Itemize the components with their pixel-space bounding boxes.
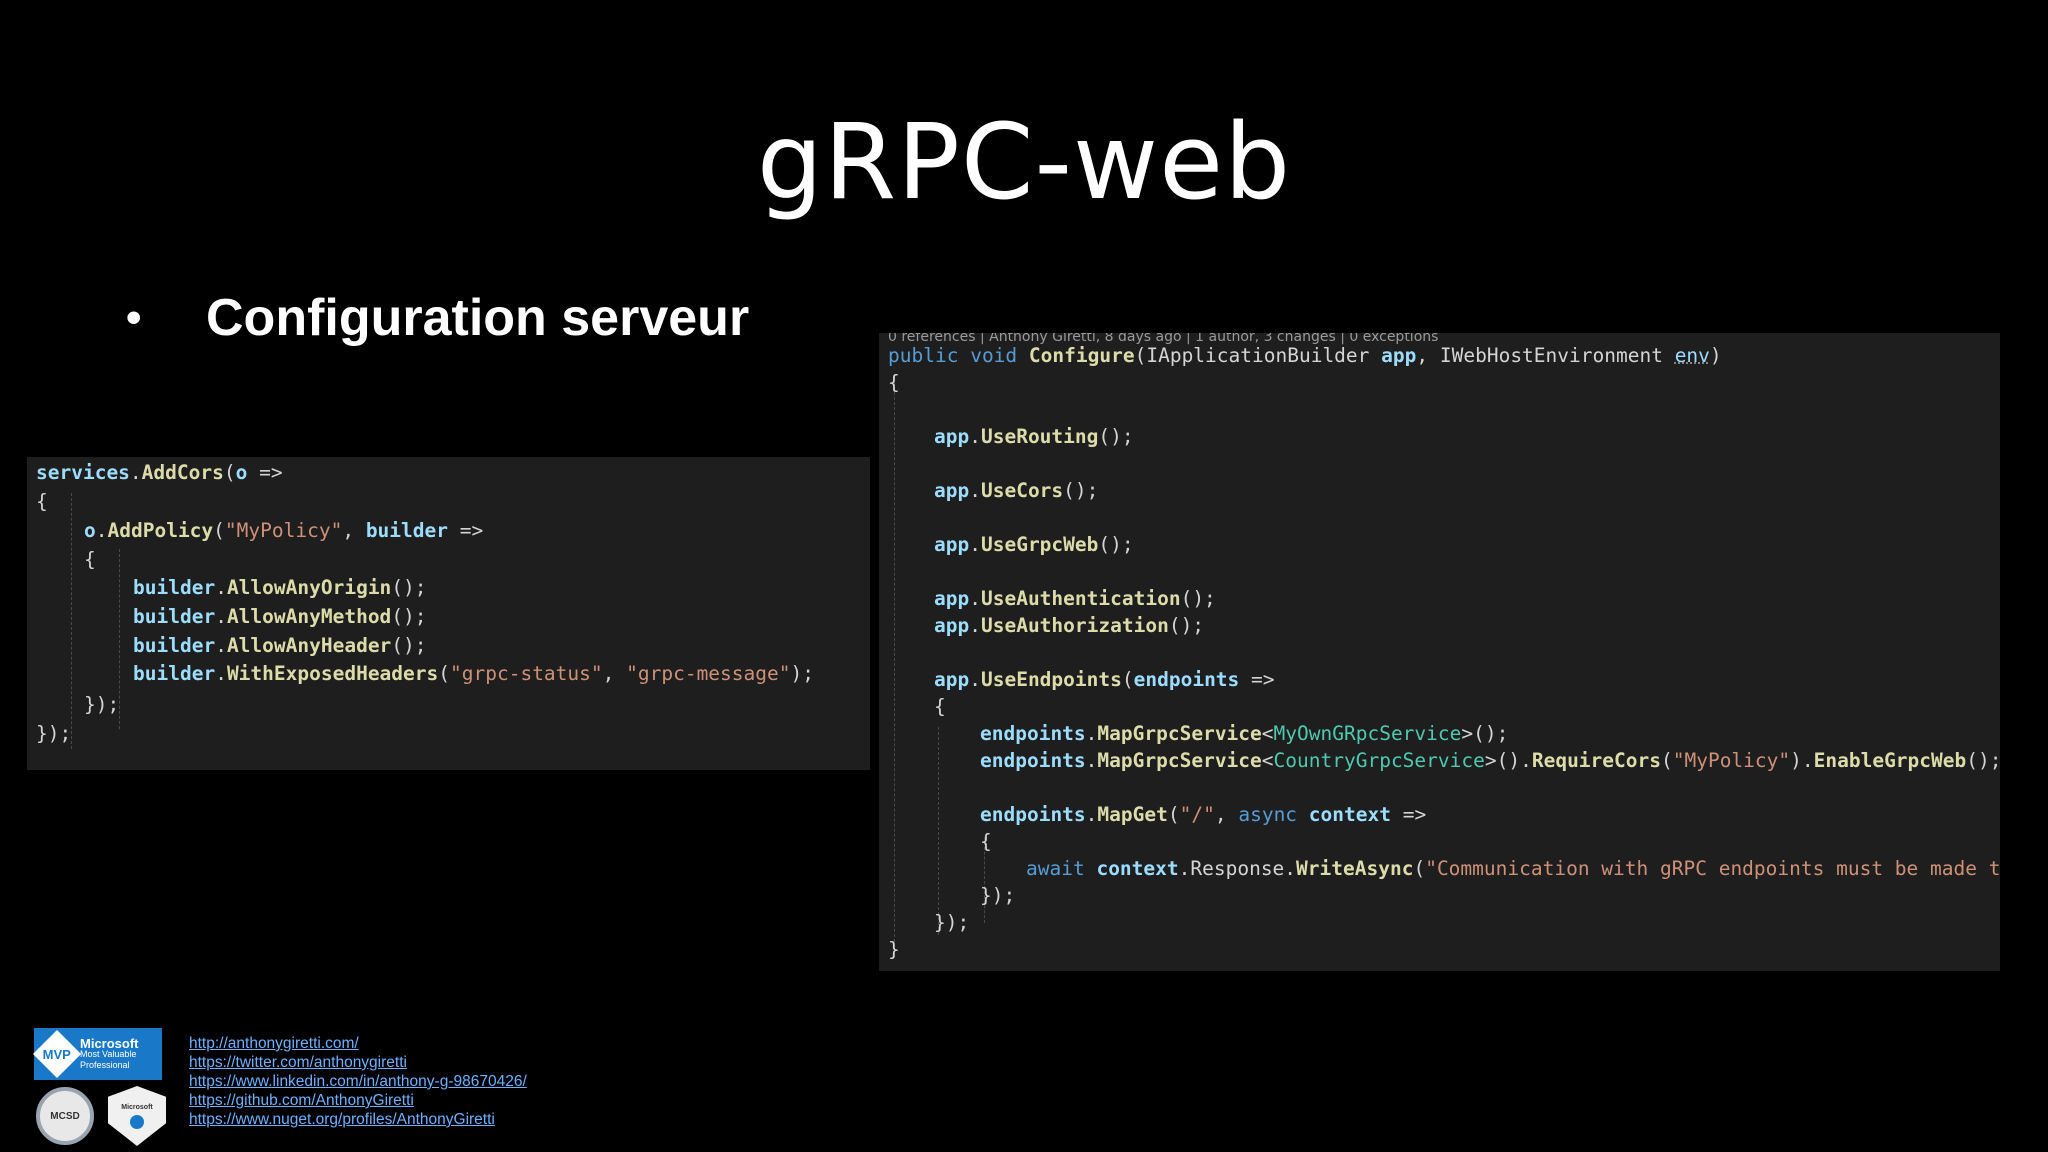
code-line: app.UseRouting(); bbox=[934, 425, 1134, 448]
link-blog[interactable]: http://anthonygiretti.com/ bbox=[189, 1034, 527, 1053]
code-line: services.AddCors(o => bbox=[36, 461, 283, 484]
code-line: }); bbox=[36, 722, 72, 745]
author-links: http://anthonygiretti.com/ https://twitt… bbox=[189, 1034, 527, 1129]
code-line: { bbox=[84, 548, 96, 571]
code-line: } bbox=[888, 938, 900, 961]
code-line: }); bbox=[980, 884, 1016, 907]
code-line: app.UseCors(); bbox=[934, 479, 1099, 502]
code-line: endpoints.MapGrpcService<CountryGrpcServ… bbox=[980, 749, 2000, 772]
code-line: builder.WithExposedHeaders("grpc-status"… bbox=[133, 662, 814, 685]
mvp-badge: MVP Microsoft Most Valuable Professional bbox=[32, 1028, 162, 1080]
bullet-item: • Configuration serveur bbox=[126, 288, 749, 348]
code-line: o.AddPolicy("MyPolicy", builder => bbox=[84, 519, 484, 542]
code-line: await context.Response.WriteAsync("Commu… bbox=[1026, 857, 2000, 880]
microsoft-shield-badge: Microsoft bbox=[108, 1086, 166, 1146]
code-line: app.UseEndpoints(endpoints => bbox=[934, 668, 1275, 691]
mvp-line2: Professional bbox=[80, 1059, 130, 1070]
mvp-line1: Most Valuable bbox=[80, 1048, 137, 1059]
bullet-text: Configuration serveur bbox=[206, 289, 750, 347]
link-nuget[interactable]: https://www.nuget.org/profiles/AnthonyGi… bbox=[189, 1110, 527, 1129]
cors-config-code-block: services.AddCors(o => { o.AddPolicy("MyP… bbox=[27, 457, 870, 770]
code-line: { bbox=[980, 830, 992, 853]
bullet-dot: • bbox=[126, 293, 142, 342]
code-line: endpoints.MapGet("/", async context => bbox=[980, 803, 1427, 826]
code-line: public void Configure(IApplicationBuilde… bbox=[888, 344, 1722, 367]
mvp-brand: Microsoft bbox=[80, 1035, 139, 1051]
code-line: { bbox=[36, 490, 48, 513]
link-github[interactable]: https://github.com/AnthonyGiretti bbox=[189, 1091, 527, 1110]
mvp-diamond-icon: MVP bbox=[32, 1029, 82, 1079]
configure-method-code-block: 0 references | Anthony Giretti, 8 days a… bbox=[879, 333, 2000, 971]
code-line: }); bbox=[934, 911, 970, 934]
code-line: { bbox=[934, 695, 946, 718]
code-line: endpoints.MapGrpcService<MyOwnGRpcServic… bbox=[980, 722, 1509, 745]
codelens-info[interactable]: 0 references | Anthony Giretti, 8 days a… bbox=[879, 333, 2000, 345]
code-line: builder.AllowAnyHeader(); bbox=[133, 634, 427, 657]
slide-title: gRPC-web bbox=[756, 101, 1292, 223]
code-line: app.UseGrpcWeb(); bbox=[934, 533, 1134, 556]
star-icon bbox=[130, 1114, 144, 1129]
mcsd-certification-badge: MCSD bbox=[36, 1087, 94, 1145]
code-line: builder.AllowAnyOrigin(); bbox=[133, 576, 427, 599]
code-line: { bbox=[888, 371, 900, 394]
code-line: builder.AllowAnyMethod(); bbox=[133, 605, 427, 628]
link-twitter[interactable]: https://twitter.com/anthonygiretti bbox=[189, 1053, 527, 1072]
code-line: app.UseAuthorization(); bbox=[934, 614, 1205, 637]
link-linkedin[interactable]: https://www.linkedin.com/in/anthony-g-98… bbox=[189, 1072, 527, 1091]
code-line: }); bbox=[84, 693, 120, 716]
code-line: app.UseAuthentication(); bbox=[934, 587, 1216, 610]
